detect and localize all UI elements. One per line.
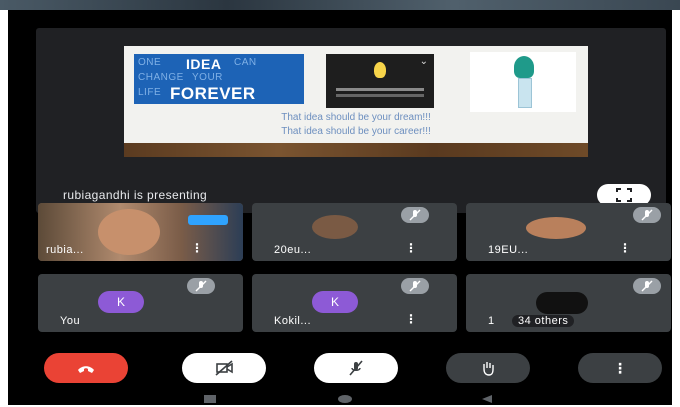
mic-off-badge <box>633 278 661 294</box>
slogan-word: CHANGE <box>138 72 184 83</box>
participant-tile-others[interactable]: 1 34 others <box>466 274 671 332</box>
poster-image: ⌄ <box>326 54 434 108</box>
top-image-strip <box>0 0 680 10</box>
system-nav-bar <box>8 395 672 407</box>
participant-name: rubia... <box>46 244 84 256</box>
participant-name: 19EU... <box>488 244 529 256</box>
mic-off-icon <box>195 280 207 292</box>
others-count: 34 others <box>512 315 575 327</box>
slogan-block: ONE IDEA CAN CHANGE YOUR LIFE FOREVER <box>134 54 304 104</box>
end-call-icon <box>78 366 94 373</box>
more-options-button[interactable]: ⋮ <box>578 353 662 383</box>
slogan-word: IDEA <box>186 56 222 72</box>
avatar: K <box>312 291 358 313</box>
mic-off-icon <box>349 360 363 376</box>
call-window: ONE IDEA CAN CHANGE YOUR LIFE FOREVER ⌄ … <box>8 10 672 405</box>
presentation-slide: ONE IDEA CAN CHANGE YOUR LIFE FOREVER ⌄ … <box>124 46 588 157</box>
participant-name: Kokil... <box>274 315 312 327</box>
camera-off-icon <box>215 360 233 376</box>
participant-tile-rubia[interactable]: rubia... ⋮ <box>38 203 243 261</box>
raise-hand-button[interactable] <box>446 353 530 383</box>
participant-face <box>98 209 160 255</box>
mic-off-icon <box>409 280 421 292</box>
lightbulb-icon <box>374 62 386 78</box>
raise-hand-icon <box>483 362 494 376</box>
more-vertical-icon: ⋮ <box>613 359 627 376</box>
end-call-button[interactable] <box>44 353 128 383</box>
avatar: K <box>98 291 144 313</box>
avatar <box>312 215 358 239</box>
slogan-word: FOREVER <box>170 84 256 103</box>
mic-off-badge <box>401 278 429 294</box>
participant-tile-19eu[interactable]: 19EU... ⋮ <box>466 203 671 261</box>
call-controls: ⋮ <box>8 353 672 391</box>
chevron-down-icon: ⌄ <box>419 56 428 67</box>
home-button[interactable] <box>338 395 352 403</box>
participant-tile-you[interactable]: K You <box>38 274 243 332</box>
more-vertical-icon[interactable]: ⋮ <box>619 241 631 255</box>
back-button[interactable] <box>482 395 492 403</box>
mic-off-icon <box>409 209 421 221</box>
participant-name: 20eu... <box>274 244 312 256</box>
presenting-label: rubiagandhi is presenting <box>63 188 208 202</box>
more-vertical-icon[interactable]: ⋮ <box>405 312 417 326</box>
camera-toggle-button[interactable] <box>182 353 266 383</box>
more-vertical-icon[interactable]: ⋮ <box>405 241 417 255</box>
participant-name: You <box>60 315 81 327</box>
avatar <box>536 292 588 314</box>
slogan-word: YOUR <box>192 72 223 83</box>
slogan-word: LIFE <box>138 87 162 98</box>
meet-screen: ONE IDEA CAN CHANGE YOUR LIFE FOREVER ⌄ … <box>0 0 680 405</box>
participant-count-prefix: 1 <box>488 315 495 327</box>
mic-off-icon <box>641 280 653 292</box>
fullscreen-icon <box>616 188 632 202</box>
mic-off-badge <box>633 207 661 223</box>
avatar <box>526 217 586 239</box>
plant-image <box>470 52 576 112</box>
more-vertical-icon[interactable]: ⋮ <box>191 241 203 255</box>
slide-floor <box>124 143 588 157</box>
mic-off-icon <box>641 209 653 221</box>
participant-tile-20eu[interactable]: 20eu... ⋮ <box>252 203 457 261</box>
participant-tile-kokil[interactable]: K Kokil... ⋮ <box>252 274 457 332</box>
slide-caption-dream: That idea should be your dream!!! <box>281 112 431 123</box>
slogan-word: ONE <box>138 57 162 68</box>
plant-icon <box>514 56 534 78</box>
slide-caption-career: That idea should be your career!!! <box>281 126 431 137</box>
mic-toggle-button[interactable] <box>314 353 398 383</box>
recents-button[interactable] <box>204 395 216 403</box>
mic-off-badge <box>401 207 429 223</box>
slogan-word: CAN <box>234 57 257 68</box>
mic-off-badge <box>187 278 215 294</box>
